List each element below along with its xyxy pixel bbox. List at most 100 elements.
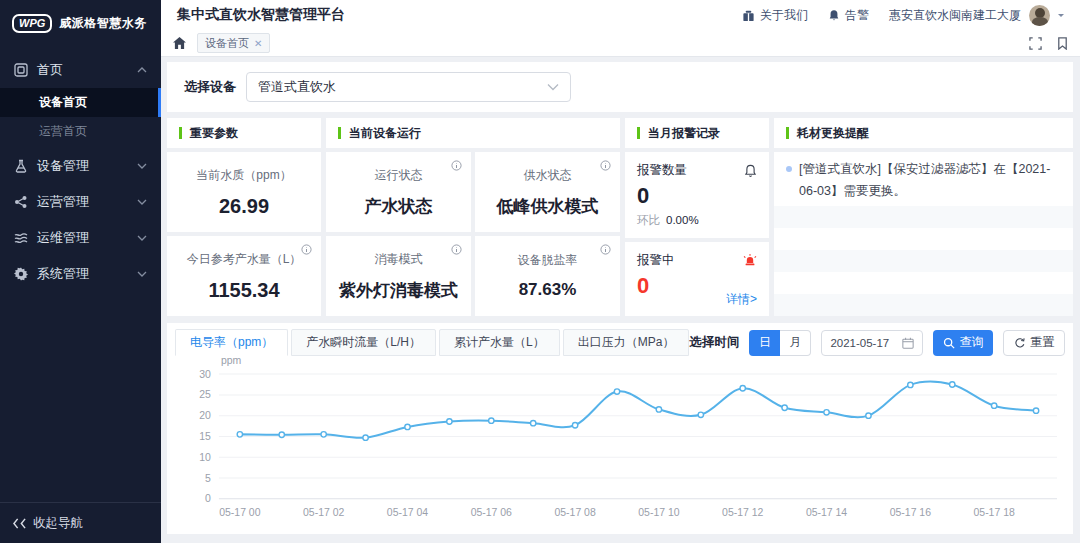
sidebar-item-label: 系统管理 [37, 265, 89, 283]
tab-bar: 设备首页 ✕ [161, 30, 1080, 57]
panel-month-alarms: 当月报警记录 报警数量 0 环比0.00% 报警中 [625, 118, 769, 316]
panel-title: 当月报警记录 [648, 125, 720, 142]
empty-row [774, 228, 1073, 250]
day-toggle[interactable]: 日 [749, 330, 780, 356]
layers-icon [14, 231, 28, 245]
card-value: 26.99 [219, 195, 269, 218]
chart-tab-label: 出口压力（MPa） [578, 334, 675, 351]
date-picker[interactable]: 2021-05-17 [821, 330, 923, 356]
fullscreen-icon[interactable] [1029, 37, 1042, 50]
stat-card: 供水状态低峰供水模式 [475, 152, 620, 232]
svg-text:05-17 06: 05-17 06 [471, 506, 512, 518]
device-select[interactable]: 管道式直饮水 [246, 72, 571, 102]
panel-device-running: 当前设备运行 运行状态产水状态供水状态低峰供水模式消毒模式紫外灯消毒模式设备脱盐… [326, 118, 620, 316]
sidebar-item-1[interactable]: 设备管理 [0, 148, 161, 184]
sidebar-menu: 首页设备首页运营首页设备管理运营管理运维管理系统管理 [0, 52, 161, 292]
gear-icon [14, 267, 28, 281]
panel-header: 当前设备运行 [326, 118, 620, 148]
chart-tab-1[interactable]: 产水瞬时流量（L/H） [291, 329, 436, 356]
chart-tab-3[interactable]: 出口压力（MPa） [563, 329, 690, 356]
wpg-logo: WPG [12, 14, 52, 33]
info-icon[interactable] [451, 160, 462, 171]
panel-title: 当前设备运行 [349, 125, 421, 142]
empty-row [774, 250, 1073, 272]
panel-title: 耗材更换提醒 [797, 125, 869, 142]
app: WPG 威派格智慧水务 首页设备首页运营首页设备管理运营管理运维管理系统管理 收… [0, 0, 1080, 543]
about-us-link[interactable]: 关于我们 [742, 7, 808, 24]
svg-text:05-17 04: 05-17 04 [387, 506, 428, 518]
header-actions: 关于我们 告警 惠安直饮水闽南建工大厦 [742, 5, 1064, 26]
ops-icon [14, 195, 28, 209]
svg-text:5: 5 [205, 472, 211, 484]
svg-text:15: 15 [199, 430, 211, 442]
chart-tab-0[interactable]: 电导率（ppm） [175, 329, 288, 356]
alarm-detail-link[interactable]: 详情> [726, 291, 757, 308]
chevron-down-icon [137, 271, 147, 277]
chart-controls: 选择时间 日 月 2021-05-17 查询 [689, 330, 1065, 356]
chart-panel: 电导率（ppm）产水瞬时流量（L/H）累计产水量（L） 出口压力（MPa） 选择时… [167, 323, 1073, 534]
green-bar [338, 127, 341, 139]
sidebar-item-2[interactable]: 运营管理 [0, 184, 161, 220]
main-area: 集中式直饮水智慧管理平台 关于我们 告警 惠安直饮水闽南建工大厦 [161, 0, 1080, 543]
flask-icon [14, 159, 28, 173]
bullet-dot [786, 166, 792, 172]
page-title: 集中式直饮水智慧管理平台 [177, 6, 345, 24]
search-icon [943, 337, 955, 349]
panel-consumables: 耗材更换提醒 [管道式直饮水]【保安过滤器滤芯】在【2021-06-03】需要更… [774, 118, 1073, 316]
sidebar-subitem-1[interactable]: 运营首页 [0, 117, 161, 146]
subitem-label: 运营首页 [39, 123, 87, 140]
chart-toolbar: 电导率（ppm）产水瞬时流量（L/H）累计产水量（L） 出口压力（MPa） 选择时… [167, 323, 1073, 356]
sidebar-item-label: 运维管理 [37, 229, 89, 247]
bell-icon [828, 9, 840, 22]
card-label: 运行状态 [375, 167, 423, 184]
panel-header: 重要参数 [167, 118, 321, 148]
card-value: 产水状态 [365, 195, 433, 218]
sidebar: WPG 威派格智慧水务 首页设备首页运营首页设备管理运营管理运维管理系统管理 收… [0, 0, 161, 543]
empty-row [774, 206, 1073, 228]
panel-header: 当月报警记录 [625, 118, 769, 148]
sidebar-item-0[interactable]: 首页 [0, 52, 161, 88]
empty-row [774, 294, 1073, 316]
info-icon[interactable] [600, 160, 611, 171]
query-button[interactable]: 查询 [933, 330, 993, 356]
sidebar-subitem-0[interactable]: 设备首页 [0, 88, 161, 117]
info-icon[interactable] [451, 244, 462, 255]
info-icon[interactable] [600, 244, 611, 255]
alarm-ratio: 环比0.00% [637, 213, 757, 228]
stat-card: 消毒模式紫外灯消毒模式 [326, 236, 471, 316]
alarm-active-card: 报警中 0 详情> [625, 242, 769, 316]
chart-tab-2[interactable]: 累计产水量（L） [439, 329, 560, 356]
card-label: 今日参考产水量（L） [187, 251, 302, 268]
card-value: 紫外灯消毒模式 [339, 279, 458, 302]
tabbar-right-icons [1029, 37, 1068, 50]
reset-button[interactable]: 重置 [1003, 330, 1065, 356]
month-toggle[interactable]: 月 [780, 330, 811, 356]
reset-label: 重置 [1030, 334, 1054, 351]
alarm-link[interactable]: 告警 [828, 7, 869, 24]
svg-text:ppm: ppm [221, 358, 242, 366]
avatar [1029, 5, 1050, 26]
sidebar-item-4[interactable]: 系统管理 [0, 256, 161, 292]
sidebar-item-3[interactable]: 运维管理 [0, 220, 161, 256]
account-menu[interactable]: 惠安直饮水闽南建工大厦 [889, 5, 1064, 26]
chevron-down-icon [137, 163, 147, 169]
tab-device-home[interactable]: 设备首页 ✕ [197, 33, 270, 53]
date-value: 2021-05-17 [830, 337, 889, 349]
line-chart: 051015202530ppm05-17 0005-17 0205-17 040… [175, 358, 1065, 531]
svg-text:05-17 16: 05-17 16 [890, 506, 931, 518]
svg-text:25: 25 [199, 388, 211, 400]
collapse-label: 收起导航 [33, 515, 83, 532]
day-month-toggle: 日 月 [749, 330, 811, 356]
tab-close-icon[interactable]: ✕ [254, 38, 262, 49]
info-icon[interactable] [301, 244, 312, 255]
green-bar [179, 127, 182, 139]
card-label: 供水状态 [524, 167, 572, 184]
content: 选择设备 管道式直饮水 重要参数 当前水质（ppm）26.99今日参考产水量（L… [161, 57, 1080, 543]
home-icon [14, 63, 28, 77]
home-tab-icon[interactable] [173, 37, 186, 49]
chevron-down-icon [137, 235, 147, 241]
bookmark-icon[interactable] [1057, 37, 1068, 50]
chevron-down-icon [547, 83, 559, 91]
svg-text:30: 30 [199, 368, 211, 380]
collapse-nav-button[interactable]: 收起导航 [0, 502, 161, 543]
